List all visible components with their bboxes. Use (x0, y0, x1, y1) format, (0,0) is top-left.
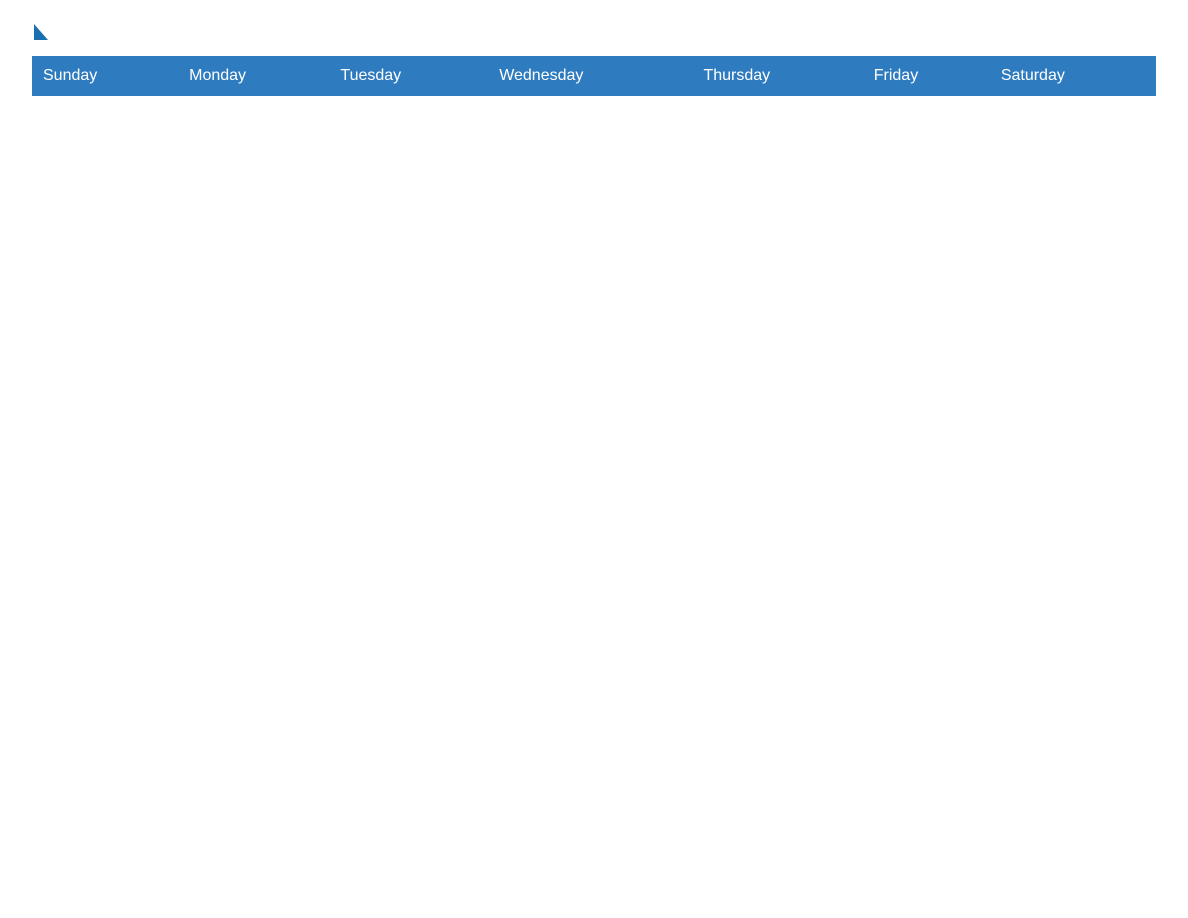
weekday-header-tuesday: Tuesday (330, 57, 489, 96)
weekday-header-wednesday: Wednesday (489, 57, 693, 96)
weekday-header-thursday: Thursday (693, 57, 863, 96)
calendar-table: SundayMondayTuesdayWednesdayThursdayFrid… (32, 56, 1156, 96)
weekday-header-row: SundayMondayTuesdayWednesdayThursdayFrid… (33, 57, 1156, 96)
weekday-header-friday: Friday (863, 57, 990, 96)
logo-arrow-icon (34, 24, 48, 40)
page-header (32, 24, 1156, 44)
weekday-header-sunday: Sunday (33, 57, 179, 96)
weekday-header-monday: Monday (179, 57, 330, 96)
weekday-header-saturday: Saturday (990, 57, 1155, 96)
logo (32, 24, 48, 44)
